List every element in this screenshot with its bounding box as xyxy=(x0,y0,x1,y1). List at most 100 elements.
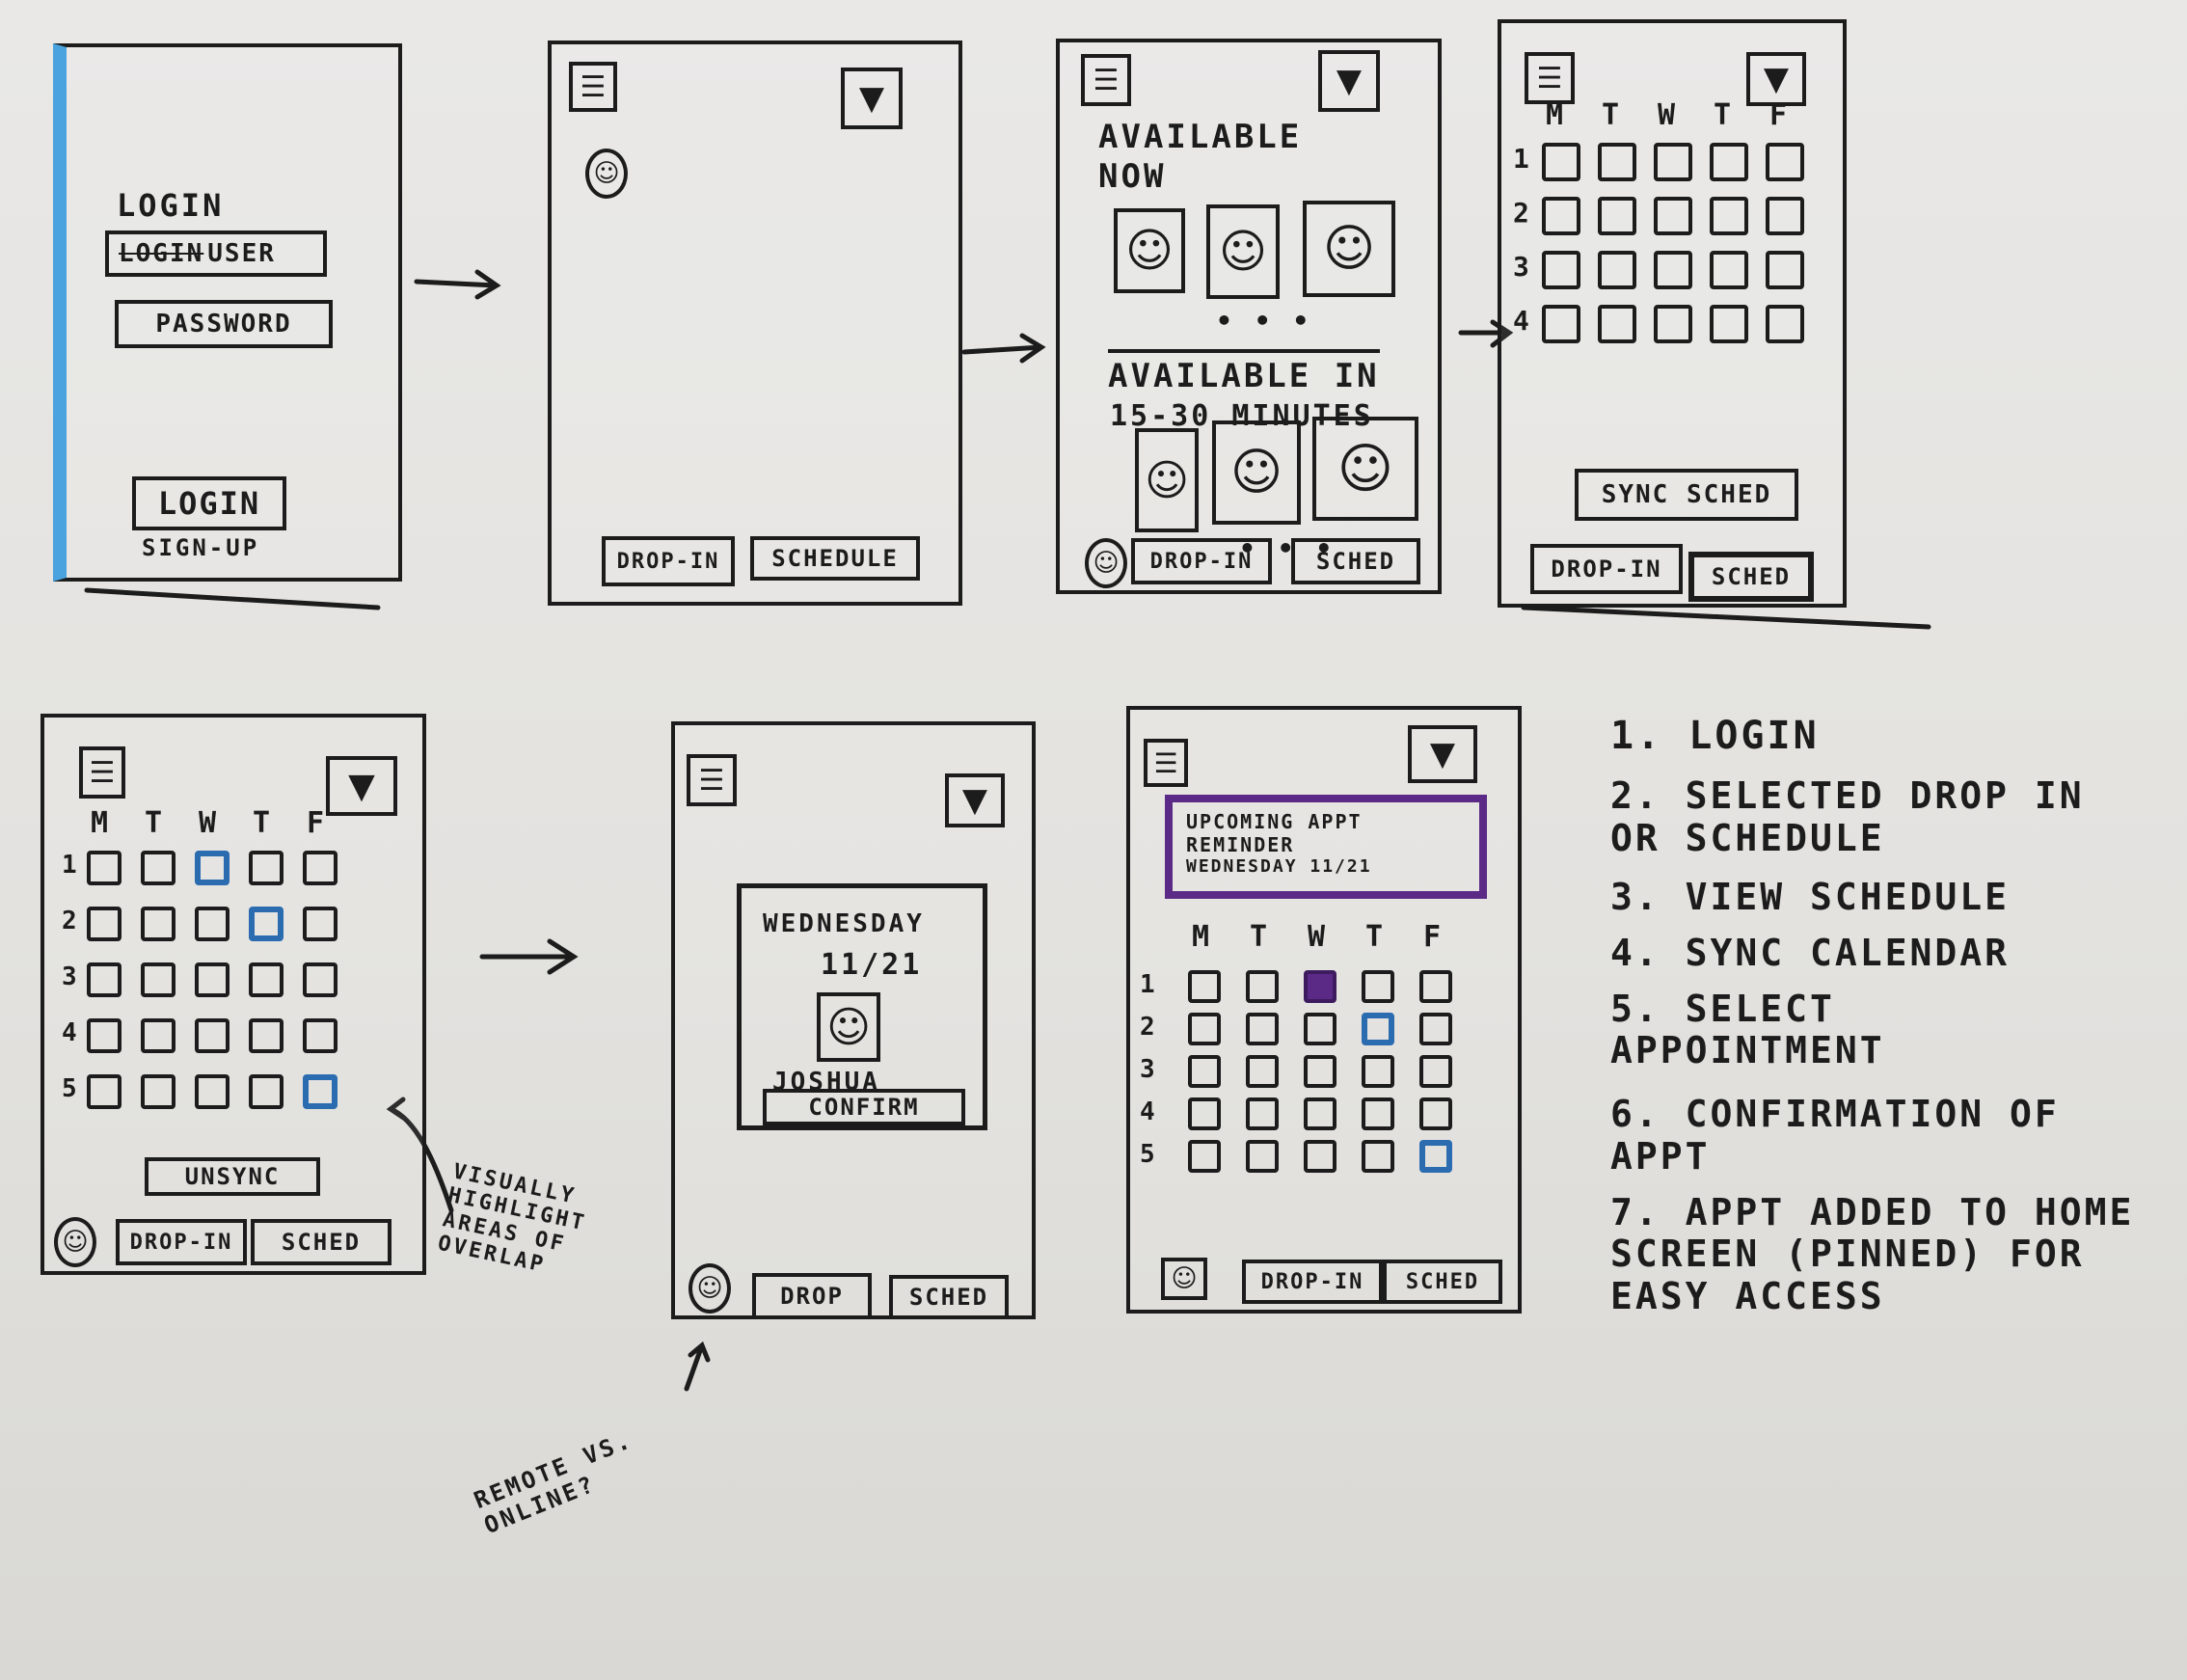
time-slot[interactable] xyxy=(249,962,284,997)
time-slot[interactable] xyxy=(1542,143,1580,181)
filter-icon[interactable]: ▼ xyxy=(326,756,397,816)
time-slot[interactable] xyxy=(195,962,230,997)
password-field[interactable]: Password xyxy=(115,300,333,348)
time-slot[interactable] xyxy=(141,962,176,997)
time-slot[interactable] xyxy=(1362,1140,1394,1173)
time-slot[interactable] xyxy=(1654,197,1692,235)
time-slot[interactable] xyxy=(1304,1055,1336,1088)
tab-schedule[interactable]: Schedule xyxy=(750,536,920,581)
time-slot[interactable] xyxy=(249,1074,284,1109)
signup-link[interactable]: Sign-up xyxy=(142,534,259,561)
upcoming-appointment-reminder[interactable]: Upcoming Appt Reminder Wednesday 11/21 xyxy=(1165,795,1487,899)
time-slot[interactable] xyxy=(1188,1013,1221,1045)
unsync-button[interactable]: Unsync xyxy=(145,1157,320,1196)
time-slot[interactable] xyxy=(1188,1055,1221,1088)
avatar-icon[interactable]: ☺ xyxy=(54,1217,96,1267)
time-slot[interactable] xyxy=(1710,305,1748,343)
menu-icon[interactable]: ☰ xyxy=(687,754,737,806)
tab-drop-in[interactable]: Drop-In xyxy=(1530,544,1683,594)
time-slot[interactable] xyxy=(1542,251,1580,289)
time-slot[interactable] xyxy=(1710,251,1748,289)
username-field[interactable]: Login User xyxy=(105,230,327,277)
avatar-icon[interactable]: ☺ xyxy=(1161,1258,1207,1300)
time-slot[interactable] xyxy=(1598,197,1636,235)
time-slot[interactable] xyxy=(1304,970,1336,1003)
time-slot[interactable] xyxy=(1304,1140,1336,1173)
time-slot[interactable] xyxy=(1766,251,1804,289)
time-slot[interactable] xyxy=(87,851,122,885)
time-slot[interactable] xyxy=(195,1018,230,1053)
tab-sched[interactable]: Sched xyxy=(1688,552,1814,602)
time-slot[interactable] xyxy=(1188,1140,1221,1173)
time-slot[interactable] xyxy=(1188,1097,1221,1130)
time-slot[interactable] xyxy=(303,962,338,997)
time-slot[interactable] xyxy=(1710,197,1748,235)
time-slot[interactable] xyxy=(249,851,284,885)
menu-icon[interactable]: ☰ xyxy=(1081,54,1131,106)
time-slot[interactable] xyxy=(1542,197,1580,235)
time-slot[interactable] xyxy=(1654,305,1692,343)
tab-sched[interactable]: Sched xyxy=(251,1219,392,1265)
time-slot[interactable] xyxy=(1766,305,1804,343)
filter-icon[interactable]: ▼ xyxy=(841,68,903,129)
time-slot[interactable] xyxy=(141,1018,176,1053)
login-button[interactable]: Login xyxy=(132,476,286,530)
tab-sched[interactable]: Sched xyxy=(1383,1260,1502,1304)
time-slot[interactable] xyxy=(87,1074,122,1109)
confirm-button[interactable]: Confirm xyxy=(763,1089,965,1125)
time-slot[interactable] xyxy=(1188,970,1221,1003)
time-slot[interactable] xyxy=(1598,305,1636,343)
time-slot[interactable] xyxy=(1542,305,1580,343)
menu-icon[interactable]: ☰ xyxy=(569,62,617,112)
time-slot[interactable] xyxy=(1766,143,1804,181)
time-slot[interactable] xyxy=(1246,1013,1279,1045)
time-slot[interactable] xyxy=(1304,1013,1336,1045)
time-slot[interactable] xyxy=(1419,1140,1452,1173)
time-slot[interactable] xyxy=(1419,1097,1452,1130)
time-slot[interactable] xyxy=(303,851,338,885)
filter-icon[interactable]: ▼ xyxy=(945,773,1005,827)
time-slot[interactable] xyxy=(303,1018,338,1053)
tutor-avatar[interactable]: ☺ xyxy=(1206,204,1280,299)
time-slot[interactable] xyxy=(87,962,122,997)
tab-drop-in[interactable]: Drop-In xyxy=(1131,538,1272,584)
time-slot[interactable] xyxy=(195,907,230,941)
tutor-avatar[interactable]: ☺ xyxy=(1212,420,1301,525)
time-slot[interactable] xyxy=(195,1074,230,1109)
time-slot[interactable] xyxy=(141,907,176,941)
tutor-avatar[interactable]: ☺ xyxy=(1303,201,1395,297)
time-slot[interactable] xyxy=(249,1018,284,1053)
time-slot[interactable] xyxy=(1246,970,1279,1003)
time-slot[interactable] xyxy=(1419,1013,1452,1045)
time-slot[interactable] xyxy=(249,907,284,941)
time-slot[interactable] xyxy=(141,851,176,885)
time-slot[interactable] xyxy=(1598,143,1636,181)
menu-icon[interactable]: ☰ xyxy=(1525,52,1575,104)
avatar-icon[interactable]: ☺ xyxy=(688,1263,731,1314)
time-slot[interactable] xyxy=(1304,1097,1336,1130)
time-slot[interactable] xyxy=(1419,970,1452,1003)
filter-icon[interactable]: ▼ xyxy=(1408,725,1477,783)
time-slot[interactable] xyxy=(303,907,338,941)
time-slot[interactable] xyxy=(1362,1013,1394,1045)
tab-sched[interactable]: Sched xyxy=(889,1275,1009,1319)
time-slot[interactable] xyxy=(1362,1097,1394,1130)
time-slot[interactable] xyxy=(1654,251,1692,289)
time-slot[interactable] xyxy=(1654,143,1692,181)
time-slot[interactable] xyxy=(195,851,230,885)
sync-schedule-button[interactable]: Sync Sched xyxy=(1575,469,1798,521)
time-slot[interactable] xyxy=(1246,1140,1279,1173)
time-slot[interactable] xyxy=(1362,970,1394,1003)
time-slot[interactable] xyxy=(1598,251,1636,289)
filter-icon[interactable]: ▼ xyxy=(1318,50,1380,112)
tab-drop-in[interactable]: Drop-In xyxy=(602,536,735,586)
menu-icon[interactable]: ☰ xyxy=(79,746,125,799)
tutor-avatar[interactable]: ☺ xyxy=(1135,428,1199,532)
tab-drop[interactable]: Drop xyxy=(752,1273,872,1319)
time-slot[interactable] xyxy=(1419,1055,1452,1088)
tab-drop-in[interactable]: Drop-In xyxy=(116,1219,247,1265)
time-slot[interactable] xyxy=(141,1074,176,1109)
time-slot[interactable] xyxy=(1246,1097,1279,1130)
tab-drop-in[interactable]: Drop-In xyxy=(1242,1260,1383,1304)
time-slot[interactable] xyxy=(87,1018,122,1053)
